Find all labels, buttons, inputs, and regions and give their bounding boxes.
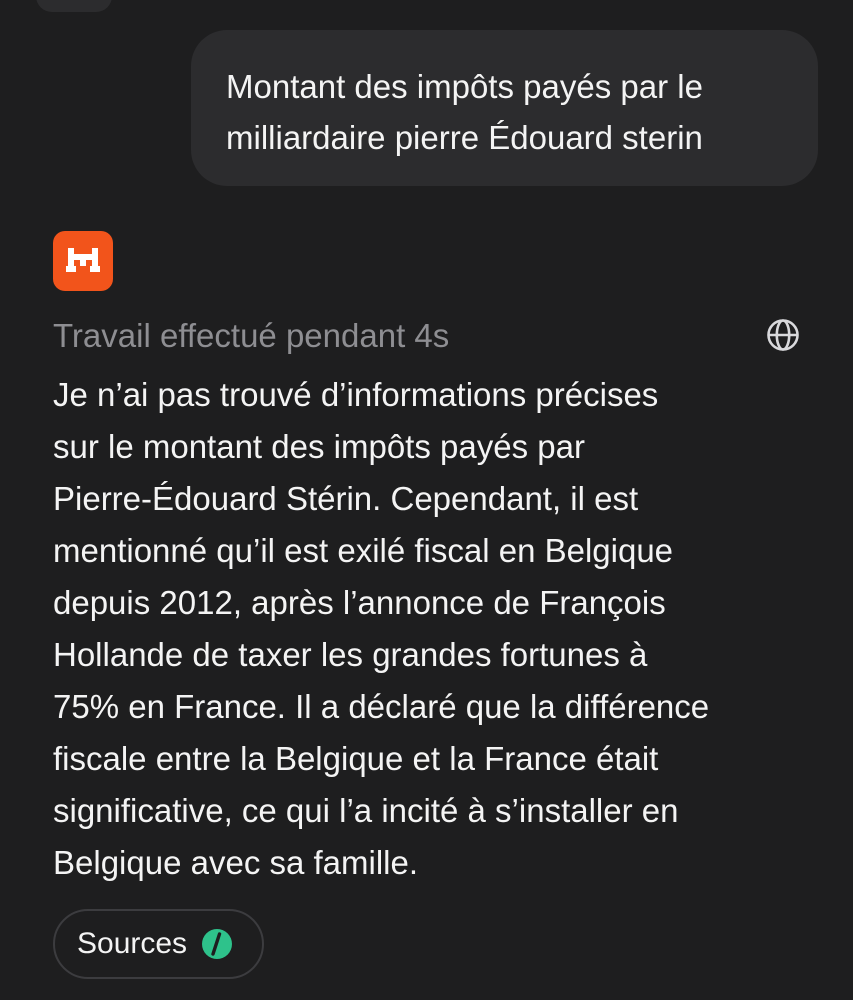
user-message-bubble: Montant des impôts payés par le milliard… xyxy=(191,30,818,186)
answer-line: 75% en France. Il a déclaré que la diffé… xyxy=(53,688,710,725)
work-duration-status: Travail effectué pendant 4s xyxy=(53,317,450,354)
answer-line: fiscale entre la Belgique et la France é… xyxy=(53,740,659,777)
answer-line: Pierre-Édouard Stérin. Cependant, il est xyxy=(53,480,639,517)
answer-line: Belgique avec sa famille. xyxy=(53,844,419,881)
answer-line: sur le montant des impôts payés par xyxy=(53,428,585,465)
globe-icon[interactable] xyxy=(766,318,800,352)
assistant-answer: Je n’ai pas trouvé d’informations précis… xyxy=(53,369,798,889)
mistral-logo-icon xyxy=(53,231,113,291)
answer-line: mentionné qu’il est exilé fiscal en Belg… xyxy=(53,532,674,569)
mistral-logo-glyph xyxy=(66,248,100,272)
previous-element-stub xyxy=(36,0,112,12)
answer-line: Je n’ai pas trouvé d’informations précis… xyxy=(53,376,659,413)
sources-label: Sources xyxy=(77,927,188,960)
source-favicon-icon xyxy=(202,929,233,959)
sources-button[interactable]: Sources xyxy=(53,909,264,979)
answer-line: Hollande de taxer les grandes fortunes à xyxy=(53,636,648,673)
user-message-line: milliardaire pierre Édouard sterin xyxy=(226,119,703,156)
answer-line: depuis 2012, après l’annonce de François xyxy=(53,584,666,621)
user-message-line: Montant des impôts payés par le xyxy=(226,68,703,105)
answer-line: significative, ce qui l’a incité à s’ins… xyxy=(53,792,679,829)
